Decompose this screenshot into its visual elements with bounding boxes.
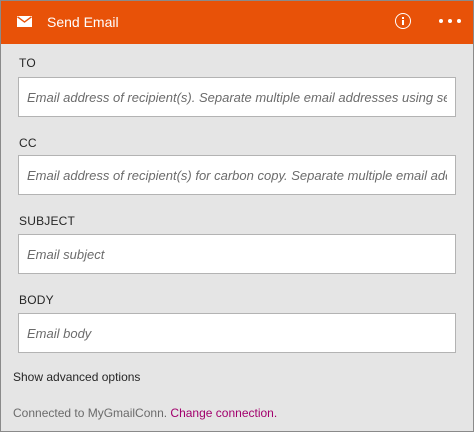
to-input[interactable] (19, 78, 455, 116)
connection-footer: Connected to MyGmailConn. Change connect… (13, 406, 277, 420)
card-header[interactable]: Send Email (1, 1, 473, 44)
info-icon[interactable] (395, 13, 411, 29)
change-connection-link[interactable]: Change connection. (170, 406, 277, 420)
body-label: BODY (19, 293, 54, 307)
more-options-icon[interactable] (439, 19, 461, 25)
subject-input[interactable] (19, 235, 455, 273)
to-label: TO (19, 56, 36, 70)
body-field[interactable] (18, 313, 456, 353)
cc-field[interactable] (18, 155, 456, 195)
connected-text: Connected to MyGmailConn. (13, 406, 168, 420)
card-title: Send Email (47, 14, 119, 30)
cc-label: CC (19, 136, 37, 150)
send-email-card: Send Email TO CC SUBJECT BODY Show advan… (0, 0, 474, 432)
to-field[interactable] (18, 77, 456, 117)
cc-input[interactable] (19, 156, 455, 194)
body-input[interactable] (19, 314, 455, 352)
mail-icon (17, 16, 32, 27)
show-advanced-options-link[interactable]: Show advanced options (13, 370, 140, 384)
subject-field[interactable] (18, 234, 456, 274)
subject-label: SUBJECT (19, 214, 76, 228)
